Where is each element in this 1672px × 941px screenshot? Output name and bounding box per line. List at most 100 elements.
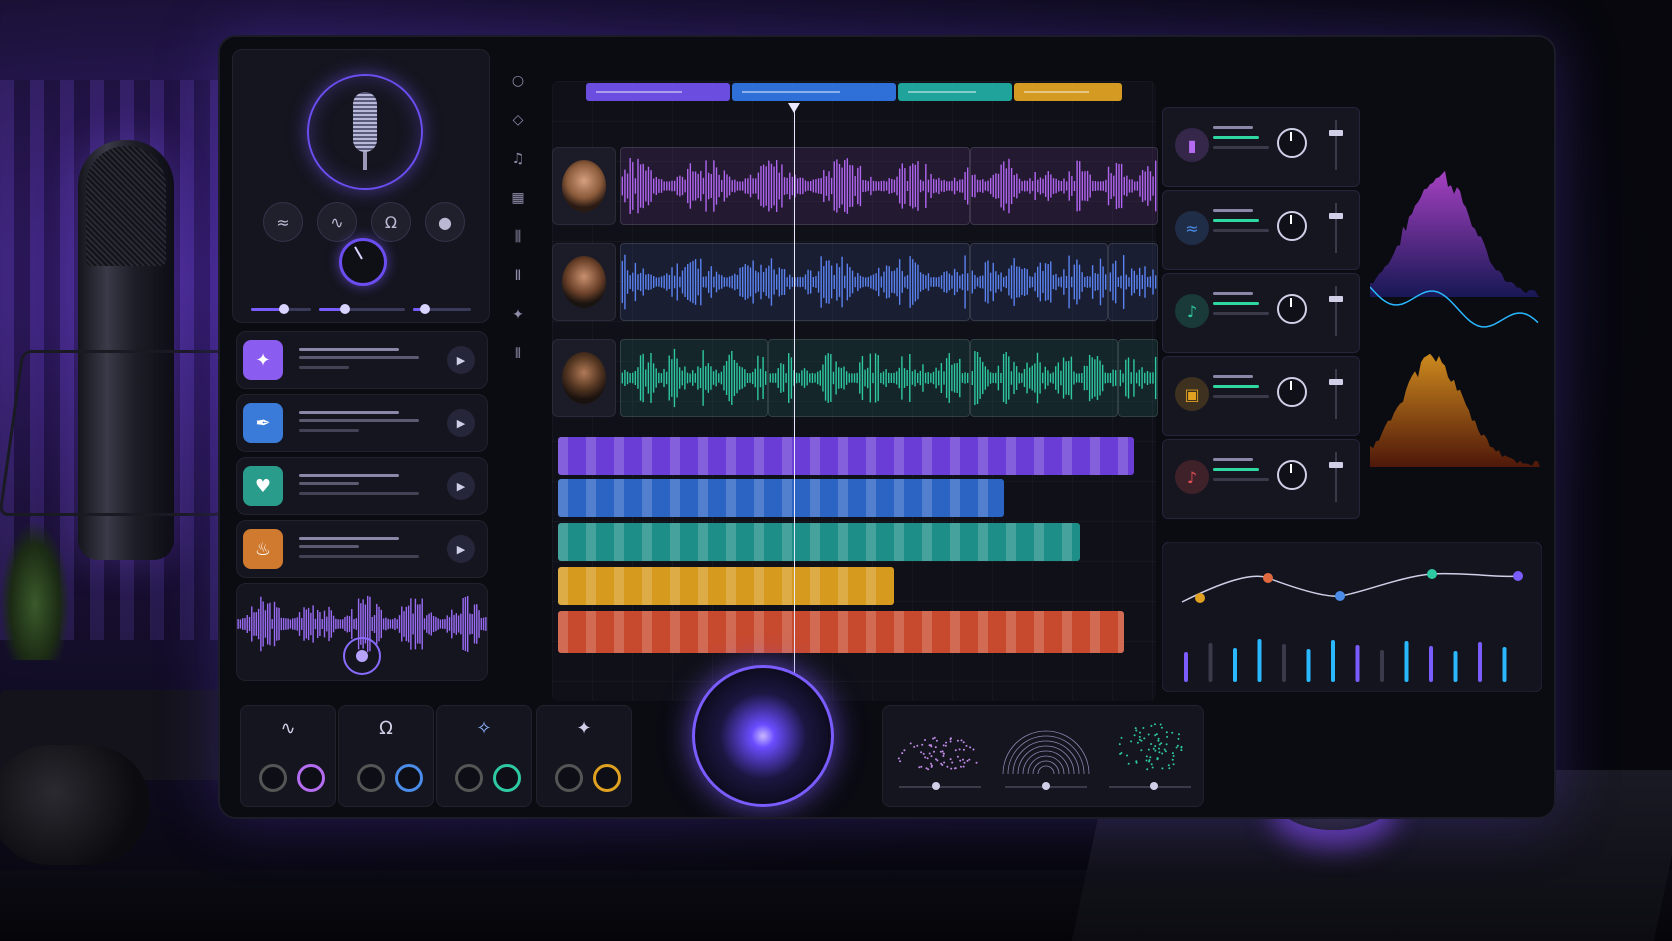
section-marker[interactable]	[898, 83, 1012, 101]
visualizer-slider[interactable]	[1005, 782, 1087, 790]
mixer-channel[interactable]: ♪	[1162, 273, 1360, 353]
slider-1[interactable]	[251, 304, 311, 314]
fader-cap[interactable]	[1329, 130, 1343, 136]
play-button[interactable]: ▶	[447, 346, 475, 374]
fx-knob[interactable]	[593, 764, 621, 792]
eq-node[interactable]	[1513, 571, 1523, 581]
mic-button[interactable]: ●	[425, 202, 465, 242]
vocal-wave-button[interactable]: ∿	[317, 202, 357, 242]
slider-thumb[interactable]	[1042, 782, 1050, 790]
midi-clip[interactable]	[558, 437, 1134, 475]
audio-clip[interactable]	[620, 243, 970, 321]
preset-item[interactable]: ♥ ▶	[236, 457, 488, 515]
fx-card[interactable]: Ω	[338, 705, 434, 807]
mixer-channel[interactable]: ▣	[1162, 356, 1360, 436]
target-tool-icon[interactable]: ◇	[506, 108, 530, 132]
audio-clip[interactable]	[620, 147, 970, 225]
singer-avatar[interactable]	[552, 339, 616, 417]
fader-cap[interactable]	[1329, 462, 1343, 468]
equalizer[interactable]	[1162, 542, 1542, 692]
play-button[interactable]: ▶	[447, 535, 475, 563]
record-button[interactable]	[343, 637, 381, 675]
eq-node[interactable]	[1427, 569, 1437, 579]
fx-knob[interactable]	[555, 764, 583, 792]
pan-knob[interactable]	[1277, 460, 1307, 490]
preset-item[interactable]: ♨ ▶	[236, 520, 488, 578]
levels-tool-icon[interactable]: Ⅱ	[506, 264, 530, 288]
note-tool-icon[interactable]: ♫	[506, 147, 530, 171]
slider-thumb[interactable]	[931, 782, 940, 790]
playhead[interactable]	[788, 103, 800, 693]
fx-card[interactable]: ∿	[240, 705, 336, 807]
fader-cap[interactable]	[1329, 379, 1343, 385]
vocal-track[interactable]	[552, 147, 1158, 225]
slider-2[interactable]	[319, 304, 405, 314]
singer-avatar[interactable]	[552, 243, 616, 321]
visualizer-slider[interactable]	[899, 782, 981, 790]
split-tool-icon[interactable]: ✦	[506, 303, 530, 327]
slider-thumb[interactable]	[1150, 782, 1159, 790]
visualizer-slider[interactable]	[1109, 782, 1191, 790]
fx-knob[interactable]	[493, 764, 521, 792]
ai-orb-button[interactable]	[692, 665, 834, 807]
mixer-channel[interactable]: ▮	[1162, 107, 1360, 187]
fx-knob[interactable]	[357, 764, 385, 792]
bars-tool-icon[interactable]: ⫼	[506, 225, 530, 249]
audio-clip[interactable]	[1118, 339, 1158, 417]
channel-fader[interactable]	[1335, 452, 1337, 502]
section-marker[interactable]	[732, 83, 896, 101]
grid-tool-icon[interactable]: ▦	[506, 186, 530, 210]
channel-fader[interactable]	[1335, 120, 1337, 170]
audio-clip[interactable]	[970, 339, 1118, 417]
mic-tool-icon[interactable]: ○	[506, 69, 530, 93]
preset-item[interactable]: ✒ ▶	[236, 394, 488, 452]
particle	[943, 761, 946, 764]
fx-card[interactable]: ✧	[436, 705, 532, 807]
vocal-track[interactable]	[552, 243, 1158, 321]
audio-clip[interactable]	[620, 339, 768, 417]
singer-avatar[interactable]	[552, 147, 616, 225]
fx-knob[interactable]	[259, 764, 287, 792]
mixer-channel[interactable]: ♪	[1162, 439, 1360, 519]
slider-thumb[interactable]	[419, 304, 430, 314]
head-button[interactable]: Ω	[371, 202, 411, 242]
preset-item[interactable]: ✦ ▶	[236, 331, 488, 389]
slider-3[interactable]	[413, 304, 471, 314]
section-marker[interactable]	[586, 83, 730, 101]
play-button[interactable]: ▶	[447, 472, 475, 500]
midi-clip[interactable]	[558, 523, 1080, 561]
channel-fader[interactable]	[1335, 286, 1337, 336]
play-button[interactable]: ▶	[447, 409, 475, 437]
pan-knob[interactable]	[1277, 128, 1307, 158]
waves-icon: ≈	[1175, 211, 1209, 245]
waveform-button[interactable]: ≈	[263, 202, 303, 242]
audio-clip[interactable]	[970, 147, 1158, 225]
audio-clip[interactable]	[970, 243, 1108, 321]
eq-node[interactable]	[1335, 591, 1345, 601]
channel-fader[interactable]	[1335, 369, 1337, 419]
fx-knob[interactable]	[297, 764, 325, 792]
fader-cap[interactable]	[1329, 296, 1343, 302]
eq-node[interactable]	[1195, 593, 1205, 603]
midi-clip[interactable]	[558, 567, 894, 605]
eq-node[interactable]	[1263, 573, 1273, 583]
channel-fader[interactable]	[1335, 203, 1337, 253]
pan-knob[interactable]	[1277, 211, 1307, 241]
slider-thumb[interactable]	[339, 304, 350, 314]
midi-clip[interactable]	[558, 611, 1124, 653]
slider-thumb[interactable]	[279, 304, 289, 314]
fader-cap[interactable]	[1329, 213, 1343, 219]
mixer-channel[interactable]: ≈	[1162, 190, 1360, 270]
fx-knob[interactable]	[395, 764, 423, 792]
pan-knob[interactable]	[1277, 377, 1307, 407]
main-gain-knob[interactable]	[339, 238, 387, 286]
section-marker[interactable]	[1014, 83, 1122, 101]
audio-clip[interactable]	[1108, 243, 1158, 321]
vocal-track[interactable]	[552, 339, 1158, 417]
fx-knob[interactable]	[455, 764, 483, 792]
midi-clip[interactable]	[558, 479, 1004, 517]
fx-card[interactable]: ✦	[536, 705, 632, 807]
pan-knob[interactable]	[1277, 294, 1307, 324]
meter-tool-icon[interactable]: ⫴	[506, 342, 530, 366]
audio-clip[interactable]	[768, 339, 970, 417]
